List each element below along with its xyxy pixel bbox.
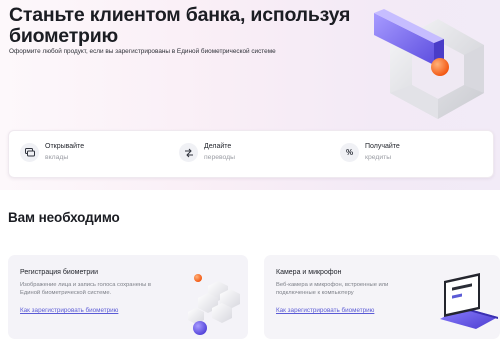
features-panel: Открывайте вклады Делайте переводы % Пол… bbox=[8, 130, 494, 178]
card-text: Веб-камера и микрофон, встроенные или по… bbox=[276, 282, 389, 297]
feature-title: Получайте bbox=[365, 143, 400, 150]
requirement-card-camera: Камера и микрофон Веб-камера и микрофон,… bbox=[264, 255, 500, 339]
feature-title: Открывайте bbox=[45, 143, 85, 150]
section-title: Вам необходимо bbox=[8, 210, 120, 225]
transfer-icon bbox=[179, 143, 198, 162]
feature-subtitle: вклады bbox=[45, 154, 69, 161]
cards-icon bbox=[20, 143, 39, 162]
hero-hexagon-illustration bbox=[374, 9, 484, 119]
requirement-card-biometry: Регистрация биометрии Изображение лица и… bbox=[8, 255, 248, 339]
card-text: Изображение лица и запись голоса сохране… bbox=[20, 282, 151, 297]
laptop-illustration bbox=[440, 273, 498, 329]
card-title: Камера и микрофон bbox=[276, 269, 342, 276]
hero-title: Станьте клиентом банка, используя биомет… bbox=[9, 4, 351, 47]
how-to-register-link[interactable]: Как зарегистрировать биометрию bbox=[276, 307, 374, 315]
percent-icon: % bbox=[340, 143, 359, 162]
card-title: Регистрация биометрии bbox=[20, 269, 99, 276]
biometry-cubes-illustration bbox=[188, 274, 240, 335]
feature-subtitle: кредиты bbox=[365, 154, 392, 161]
feature-title: Делайте bbox=[204, 143, 232, 150]
how-to-register-link[interactable]: Как зарегистрировать биометрию bbox=[20, 307, 118, 315]
hero-subtitle: Оформите любой продукт, если вы зарегист… bbox=[9, 48, 276, 55]
feature-subtitle: переводы bbox=[204, 154, 236, 161]
